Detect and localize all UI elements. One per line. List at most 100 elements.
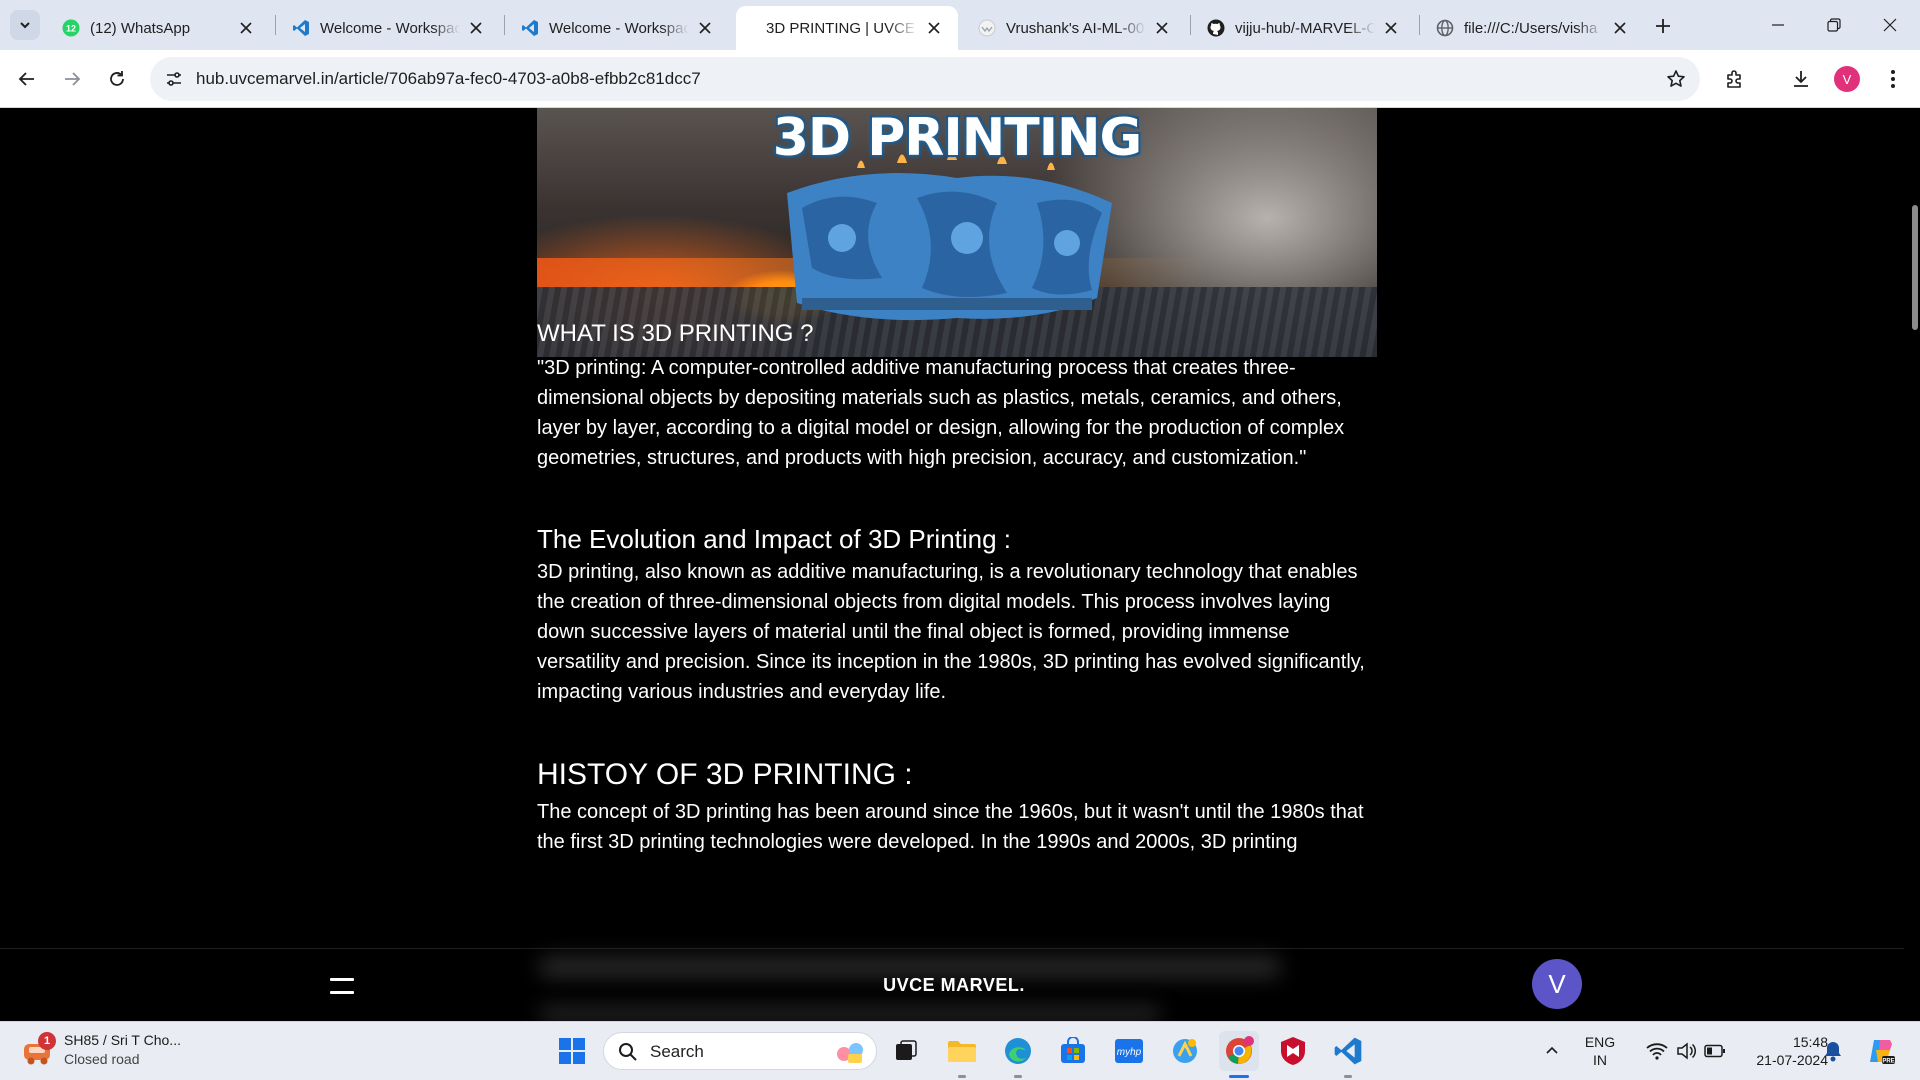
- site-brand[interactable]: UVCE MARVEL.: [0, 975, 1908, 996]
- store-button[interactable]: [1053, 1031, 1093, 1071]
- tab-separator: [275, 15, 276, 35]
- blank-favicon: [750, 19, 756, 37]
- tab-3d-printing[interactable]: 3D PRINTING | UVCE: [736, 6, 958, 50]
- language-code: ENG: [1584, 1034, 1616, 1050]
- close-icon[interactable]: [1381, 18, 1401, 38]
- weather-widget[interactable]: 1 SH85 / Sri T Cho... Closed road: [20, 1031, 181, 1069]
- tab-local-file[interactable]: file:///C:/Users/visha: [1422, 6, 1644, 50]
- arrow-left-icon: [18, 72, 34, 86]
- address-bar[interactable]: hub.uvcemarvel.in/article/706ab97a-fec0-…: [150, 57, 1700, 101]
- sparkle-app-icon: [1173, 1039, 1197, 1063]
- battery-icon: [1704, 1044, 1725, 1058]
- close-icon[interactable]: [466, 18, 486, 38]
- user-avatar[interactable]: V: [1532, 959, 1582, 1009]
- close-icon[interactable]: [695, 18, 715, 38]
- search-label: Search: [650, 1042, 704, 1061]
- volume-icon: [1677, 1042, 1696, 1060]
- downloads-button[interactable]: [1783, 61, 1819, 97]
- windows-taskbar: 1 SH85 / Sri T Cho... Closed road Search…: [0, 1021, 1920, 1080]
- bookmark-button[interactable]: [1662, 65, 1690, 93]
- tab-whatsapp[interactable]: 12 (12) WhatsApp: [48, 6, 270, 50]
- clock-time: 15:48: [1792, 1034, 1828, 1050]
- github-icon: [1207, 19, 1225, 37]
- copilot-button[interactable]: PRE: [1859, 1031, 1903, 1071]
- minimize-icon: [1772, 24, 1784, 26]
- region-code: IN: [1593, 1052, 1607, 1068]
- minimize-button[interactable]: [1750, 0, 1806, 50]
- tune-icon: [167, 72, 181, 86]
- extensions-button[interactable]: [1717, 61, 1753, 97]
- chrome-icon: [1226, 1036, 1254, 1065]
- tab-title: 3D PRINTING | UVCE: [766, 19, 915, 37]
- section-body: The concept of 3D printing has been arou…: [537, 801, 1364, 853]
- search-icon: [619, 1043, 637, 1061]
- close-icon: [1883, 18, 1897, 32]
- taskbar-search[interactable]: Search: [603, 1032, 877, 1070]
- reload-icon: [110, 71, 124, 86]
- tab-title: vijju-hub/-MARVEL-C: [1235, 19, 1375, 37]
- mcafee-button[interactable]: [1273, 1031, 1313, 1071]
- system-status-button[interactable]: [1630, 1031, 1742, 1071]
- tab-separator: [1190, 15, 1191, 35]
- running-indicator-active: [1229, 1075, 1249, 1078]
- arrow-right-icon: [65, 72, 81, 86]
- site-info-button[interactable]: [158, 63, 190, 95]
- reload-button[interactable]: [99, 61, 135, 97]
- copilot-app-button[interactable]: [1165, 1031, 1205, 1071]
- tab-search-menu-button[interactable]: [10, 10, 40, 40]
- myhp-button[interactable]: myhp: [1109, 1031, 1149, 1071]
- wifi-icon: [1646, 1043, 1668, 1060]
- start-button[interactable]: [552, 1031, 592, 1071]
- windows-icon: [559, 1038, 585, 1064]
- tab-title: (12) WhatsApp: [90, 19, 191, 37]
- bell-icon: [1825, 1042, 1841, 1062]
- forward-button[interactable]: [54, 61, 90, 97]
- blurred-text-behind: [540, 1007, 1160, 1021]
- section-body: 3D printing, also known as additive manu…: [537, 561, 1365, 703]
- plus-icon: [1656, 19, 1670, 33]
- notifications-button[interactable]: [1815, 1031, 1851, 1071]
- section-body: "3D printing: A computer-controlled addi…: [537, 357, 1345, 469]
- close-icon[interactable]: [924, 18, 944, 38]
- svg-text:myhp: myhp: [1117, 1047, 1142, 1058]
- running-indicator: [1014, 1075, 1022, 1078]
- section-heading: The Evolution and Impact of 3D Printing …: [537, 524, 1012, 554]
- site-bottom-bar: UVCE MARVEL. V: [0, 948, 1904, 1021]
- task-view-button[interactable]: [886, 1031, 926, 1071]
- chrome-button[interactable]: [1219, 1031, 1259, 1071]
- scrollbar-thumb[interactable]: [1912, 205, 1918, 330]
- profile-avatar[interactable]: V: [1834, 66, 1860, 92]
- clock-date: 21-07-2024: [1756, 1052, 1828, 1068]
- vscode-taskbar-button[interactable]: [1328, 1031, 1368, 1071]
- section-heading: HISTOY OF 3D PRINTING :: [537, 758, 913, 791]
- whatsapp-badge-count: 12: [66, 24, 76, 34]
- tab-title: file:///C:/Users/visha: [1464, 19, 1598, 37]
- chevron-up-icon: [1546, 1046, 1558, 1054]
- svg-text:PRE: PRE: [1882, 1059, 1894, 1065]
- url-text[interactable]: hub.uvcemarvel.in/article/706ab97a-fec0-…: [196, 69, 701, 89]
- restore-icon: [1827, 18, 1841, 32]
- tab-github-marvel[interactable]: vijju-hub/-MARVEL-C: [1193, 6, 1415, 50]
- close-icon[interactable]: [1610, 18, 1630, 38]
- hero-title: 3D PRINTING: [772, 108, 1143, 168]
- file-explorer-button[interactable]: [942, 1031, 982, 1071]
- show-hidden-icons-button[interactable]: [1532, 1031, 1572, 1071]
- clock[interactable]: 15:48 21-07-2024: [1728, 1033, 1828, 1069]
- tab-vrushank-ai-ml[interactable]: Vrushank's AI-ML-00: [964, 6, 1186, 50]
- tab-vscode-welcome-2[interactable]: Welcome - Workspace: [507, 6, 729, 50]
- close-window-button[interactable]: [1862, 0, 1918, 50]
- close-icon[interactable]: [236, 18, 256, 38]
- task-view-icon: [896, 1040, 917, 1060]
- vscode-icon: [521, 19, 539, 37]
- store-icon: [1061, 1037, 1085, 1063]
- close-icon[interactable]: [1152, 18, 1172, 38]
- edge-button[interactable]: [998, 1031, 1038, 1071]
- browser-menu-button[interactable]: [1875, 61, 1911, 97]
- browser-toolbar: hub.uvcemarvel.in/article/706ab97a-fec0-…: [0, 50, 1920, 108]
- new-tab-button[interactable]: [1650, 13, 1676, 39]
- tab-vscode-welcome-1[interactable]: Welcome - Workspace: [278, 6, 500, 50]
- weather-subtitle: Closed road: [64, 1051, 140, 1067]
- restore-button[interactable]: [1806, 0, 1862, 50]
- back-button[interactable]: [9, 61, 45, 97]
- language-indicator[interactable]: ENG IN: [1572, 1033, 1628, 1069]
